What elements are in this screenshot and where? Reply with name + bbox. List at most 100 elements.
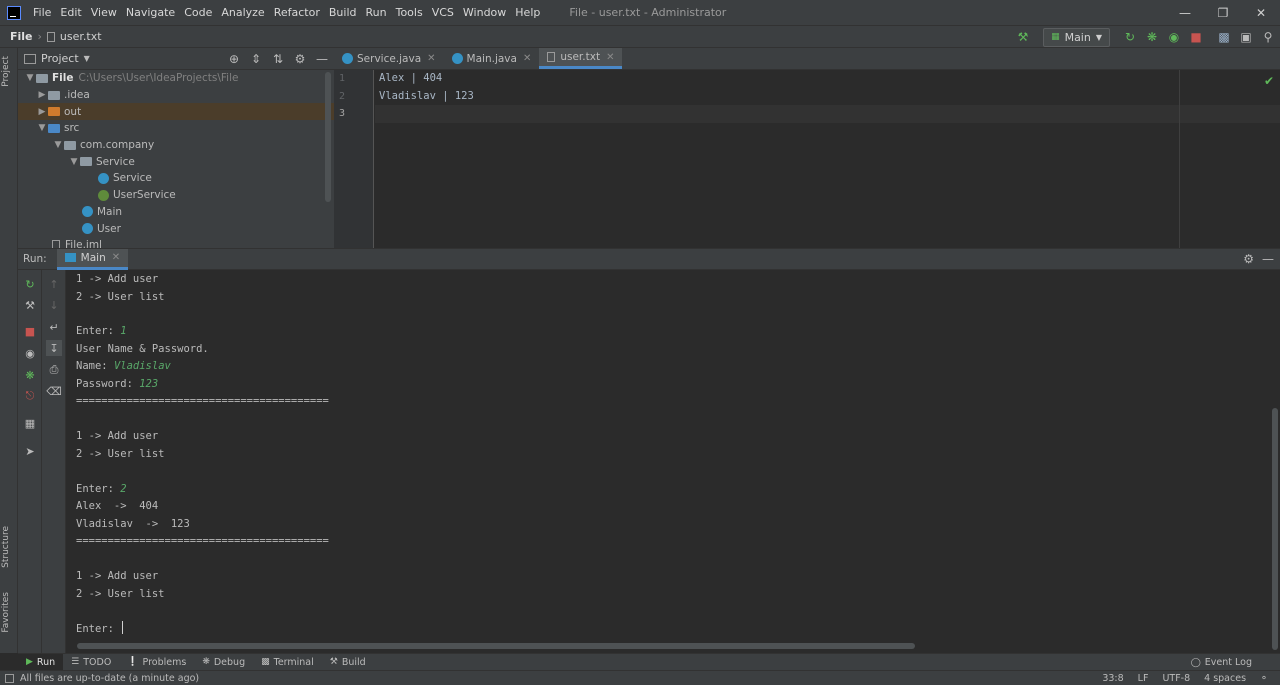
stripe-favorites-tab[interactable]: Favorites bbox=[1, 592, 11, 633]
line-separator[interactable]: LF bbox=[1138, 673, 1149, 684]
code-line[interactable]: Vladislav | 123 bbox=[375, 88, 1280, 106]
menu-view[interactable]: View bbox=[87, 6, 121, 19]
stripe-structure-tab[interactable]: Structure bbox=[1, 526, 11, 568]
chevron-down-icon[interactable]: ▼ bbox=[68, 157, 80, 167]
menu-help[interactable]: Help bbox=[511, 6, 544, 19]
tree-item-root[interactable]: ▼ File C:\Users\User\IdeaProjects\File bbox=[18, 70, 334, 87]
breadcrumb-file[interactable]: user.txt bbox=[60, 30, 102, 43]
scroll-to-end-icon[interactable]: ↧ bbox=[46, 340, 62, 356]
tree-item-file-iml[interactable]: File.iml bbox=[18, 237, 334, 248]
tree-item-src[interactable]: ▼ src bbox=[18, 120, 334, 137]
project-view-title[interactable]: Project bbox=[41, 52, 79, 65]
collapse-all-icon[interactable]: ⇅ bbox=[270, 51, 286, 67]
tree-item-main[interactable]: Main bbox=[18, 204, 334, 221]
editor-text-area[interactable]: Alex | 404 Vladislav | 123 bbox=[375, 70, 1280, 248]
hide-icon[interactable]: — bbox=[1262, 252, 1274, 266]
tree-item-service-package[interactable]: ▼ Service bbox=[18, 153, 334, 170]
status-message[interactable]: All files are up-to-date (a minute ago) bbox=[20, 673, 199, 684]
tool-tab-event-log[interactable]: ◯ Event Log bbox=[1191, 654, 1252, 671]
console-horizontal-scrollbar[interactable] bbox=[77, 643, 915, 649]
close-tab-icon[interactable]: ✕ bbox=[112, 252, 120, 263]
menu-tools[interactable]: Tools bbox=[392, 6, 427, 19]
gear-icon[interactable]: ⚙ bbox=[292, 51, 308, 67]
hide-icon[interactable]: — bbox=[314, 51, 330, 67]
menu-navigate[interactable]: Navigate bbox=[122, 6, 179, 19]
tree-item-out[interactable]: ▶ out bbox=[18, 103, 334, 121]
tab-service-java[interactable]: Service.java ✕ bbox=[334, 48, 444, 69]
search-icon[interactable]: ⚲ bbox=[1260, 29, 1276, 45]
caret-position[interactable]: 33:8 bbox=[1102, 673, 1123, 684]
minimize-icon[interactable]: — bbox=[1166, 0, 1204, 25]
menu-refactor[interactable]: Refactor bbox=[270, 6, 324, 19]
restore-icon[interactable]: ❐ bbox=[1204, 0, 1242, 25]
project-structure-icon[interactable]: ▩ bbox=[1216, 29, 1232, 45]
code-line-current[interactable] bbox=[375, 105, 1280, 123]
coverage-icon[interactable]: ◉ bbox=[1166, 29, 1182, 45]
wrench-icon[interactable]: ⚒ bbox=[22, 297, 38, 313]
close-icon[interactable]: ✕ bbox=[1242, 0, 1280, 25]
chevron-down-icon[interactable]: ▼ bbox=[52, 140, 64, 150]
stripe-project-tab[interactable]: Project bbox=[1, 56, 11, 87]
close-tab-icon[interactable]: ✕ bbox=[427, 53, 435, 64]
menu-vcs[interactable]: VCS bbox=[428, 6, 458, 19]
tool-windows-toggle-icon[interactable] bbox=[5, 673, 14, 683]
hammer-build-icon[interactable]: ⚒ bbox=[1015, 29, 1031, 45]
menu-run[interactable]: Run bbox=[362, 6, 391, 19]
menu-window[interactable]: Window bbox=[459, 6, 510, 19]
gear-icon[interactable]: ⚙ bbox=[1243, 252, 1254, 266]
tool-tab-todo[interactable]: ☰ TODO bbox=[63, 654, 119, 671]
tree-item-com-company[interactable]: ▼ com.company bbox=[18, 137, 334, 154]
file-encoding[interactable]: UTF-8 bbox=[1162, 673, 1190, 684]
lock-icon[interactable]: ⚬ bbox=[1260, 673, 1268, 684]
tool-tab-problems[interactable]: ❕ Problems bbox=[119, 654, 194, 671]
chevron-down-icon[interactable]: ▼ bbox=[36, 123, 48, 133]
arrow-down-icon[interactable]: ↓ bbox=[46, 297, 62, 313]
run-configuration-select[interactable]: ▦ Main ▼ bbox=[1043, 27, 1110, 47]
menu-edit[interactable]: Edit bbox=[56, 6, 85, 19]
menu-build[interactable]: Build bbox=[325, 6, 361, 19]
console-vertical-scrollbar[interactable] bbox=[1272, 408, 1278, 650]
tree-item-idea[interactable]: ▶ .idea bbox=[18, 87, 334, 104]
tab-user-txt[interactable]: user.txt ✕ bbox=[539, 48, 623, 69]
close-tab-icon[interactable]: ✕ bbox=[523, 53, 531, 64]
tool-tab-terminal[interactable]: ▩ Terminal bbox=[253, 654, 322, 671]
inspection-ok-check-icon[interactable]: ✔ bbox=[1264, 74, 1274, 88]
run-tab-main[interactable]: Main ✕ bbox=[56, 248, 129, 270]
rerun-icon[interactable]: ↻ bbox=[22, 276, 38, 292]
chevron-right-icon[interactable]: ▶ bbox=[36, 90, 48, 100]
tool-tab-run[interactable]: ▶ Run bbox=[18, 653, 64, 671]
menu-code[interactable]: Code bbox=[180, 6, 216, 19]
run-console-output[interactable]: 1 -> Add user 2 -> User list Enter: 1 Us… bbox=[66, 270, 1280, 653]
indent-setting[interactable]: 4 spaces bbox=[1204, 673, 1246, 684]
chevron-down-icon[interactable]: ▼ bbox=[24, 73, 36, 83]
chevron-down-icon[interactable]: ▼ bbox=[84, 54, 90, 63]
tool-tab-debug[interactable]: ❋ Debug bbox=[194, 654, 253, 671]
camera-dump-icon[interactable]: ◉ bbox=[22, 345, 38, 361]
arrow-up-icon[interactable]: ↑ bbox=[46, 276, 62, 292]
stop-icon[interactable]: ■ bbox=[22, 323, 38, 339]
trash-icon[interactable]: ⌫ bbox=[46, 383, 62, 399]
soft-wrap-icon[interactable]: ↵ bbox=[46, 319, 62, 335]
tree-item-userservice[interactable]: UserService bbox=[18, 187, 334, 204]
menu-analyze[interactable]: Analyze bbox=[217, 6, 268, 19]
breadcrumb-project[interactable]: File bbox=[10, 30, 33, 43]
close-tab-icon[interactable]: ✕ bbox=[606, 52, 614, 63]
debug-bug-icon[interactable]: ❋ bbox=[22, 367, 38, 383]
tool-tab-build[interactable]: ⚒ Build bbox=[322, 654, 374, 671]
stop-icon[interactable]: ■ bbox=[1188, 29, 1204, 45]
pin-icon[interactable]: ➤ bbox=[22, 443, 38, 459]
expand-all-icon[interactable]: ⇕ bbox=[248, 51, 264, 67]
exit-icon[interactable]: ⎋ bbox=[22, 388, 38, 404]
print-icon[interactable]: ⎙ bbox=[46, 362, 62, 378]
rerun-icon[interactable]: ↻ bbox=[1122, 29, 1138, 45]
tab-main-java[interactable]: Main.java ✕ bbox=[444, 48, 540, 69]
code-line[interactable]: Alex | 404 bbox=[375, 70, 1280, 88]
menu-file[interactable]: File bbox=[29, 6, 55, 19]
project-scrollbar[interactable] bbox=[325, 72, 331, 202]
chevron-right-icon[interactable]: ▶ bbox=[36, 107, 48, 117]
tree-item-service-class[interactable]: Service bbox=[18, 170, 334, 187]
debug-bug-icon[interactable]: ❋ bbox=[1144, 29, 1160, 45]
locate-target-icon[interactable]: ⊕ bbox=[226, 51, 242, 67]
layout-icon[interactable]: ▦ bbox=[22, 415, 38, 431]
presentation-mode-icon[interactable]: ▣ bbox=[1238, 29, 1254, 45]
